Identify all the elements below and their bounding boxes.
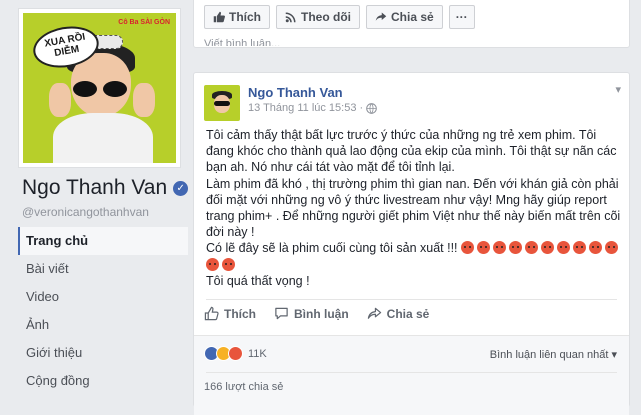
nav-item-home[interactable]: Trang chủ <box>18 227 188 255</box>
angry-emoji-icon <box>509 241 523 255</box>
footer-divider <box>206 372 617 373</box>
post-actions: Thích Bình luận Chia sẻ <box>204 306 429 321</box>
post-options-chevron-icon[interactable]: ▾ <box>615 83 621 96</box>
like-button[interactable]: Thích <box>204 306 256 321</box>
angry-emoji-icon <box>589 241 603 255</box>
nav-item-community[interactable]: Cộng đồng <box>18 367 188 395</box>
page-name[interactable]: Ngo Thanh Van ✓ <box>22 176 189 200</box>
post-paragraph: Làm phim đã khó , thị trường phim thì gi… <box>206 176 621 240</box>
angry-emoji-icon <box>206 257 219 271</box>
nav-item-photos[interactable]: Ảnh <box>18 311 188 339</box>
thumbs-up-outline-icon <box>204 306 219 321</box>
angry-emoji-icon <box>605 241 619 255</box>
angry-emoji-icon <box>461 241 475 255</box>
share-button[interactable]: Chia sẻ <box>367 306 429 321</box>
angry-emoji-icon <box>493 241 507 255</box>
share-arrow-icon <box>375 12 387 21</box>
rss-icon <box>285 12 296 23</box>
angry-emoji-icon <box>222 257 235 271</box>
comment-bubble-icon <box>275 307 288 320</box>
page-sidebar: XUA RỒI DIỄM Cô Ba SÀI GÒN Ngo Thanh Van… <box>0 0 190 400</box>
comment-button[interactable]: Bình luận <box>274 306 349 321</box>
angry-emoji-icon <box>525 241 539 255</box>
more-options-button[interactable]: ··· <box>448 5 475 29</box>
angry-emoji-icon <box>557 241 571 255</box>
nav-item-posts[interactable]: Bài viết <box>18 255 188 283</box>
nav-item-videos[interactable]: Video <box>18 283 188 311</box>
post-card: Ngo Thanh Van 13 Tháng 11 lúc 15:53 · ▾ … <box>193 72 630 415</box>
reactions-summary[interactable]: 11K <box>204 346 267 361</box>
author-avatar[interactable] <box>204 85 240 121</box>
page-name-text: Ngo Thanh Van <box>22 176 168 199</box>
share-arrow-icon <box>367 307 381 319</box>
previous-post-card: Thích Theo dõi Chia sẻ ··· Viết bình luậ… <box>193 0 630 48</box>
ellipsis-icon: ··· <box>455 10 468 24</box>
cover-tag: Cô Ba SÀI GÒN <box>118 19 170 26</box>
angry-reaction-icon <box>228 346 243 361</box>
globe-icon <box>366 102 378 114</box>
post-paragraph-emoji: Có lẽ đây sẽ là phim cuối cùng tôi sản x… <box>206 240 624 272</box>
verified-badge-icon: ✓ <box>173 180 189 196</box>
follow-button[interactable]: Theo dõi <box>276 5 360 29</box>
post-paragraph: Tôi quá thất vọng ! <box>206 273 310 288</box>
page-nav: Trang chủ Bài viết Video Ảnh Giới thiệu … <box>18 227 188 395</box>
comment-placeholder-cut: Viết bình luận... <box>204 38 281 46</box>
nav-item-about[interactable]: Giới thiệu <box>18 339 188 367</box>
profile-picture[interactable]: XUA RỒI DIỄM Cô Ba SÀI GÒN <box>18 8 181 168</box>
post-meta: 13 Tháng 11 lúc 15:53 · <box>248 102 378 114</box>
reactions-count: 11K <box>248 347 267 360</box>
profile-artwork: XUA RỒI DIỄM Cô Ba SÀI GÒN <box>23 13 176 163</box>
post-timestamp[interactable]: 13 Tháng 11 lúc 15:53 · <box>248 102 363 114</box>
share-count[interactable]: 166 lượt chia sẻ <box>204 381 283 393</box>
post-paragraph: Có lẽ đây sẽ là phim cuối cùng tôi sản x… <box>206 241 458 256</box>
angry-emoji-icon <box>477 241 491 255</box>
angry-emoji-icon <box>573 241 587 255</box>
thumbs-up-icon <box>213 11 225 23</box>
page-handle: @veronicangothanhvan <box>22 205 149 219</box>
share-page-button[interactable]: Chia sẻ <box>366 5 443 29</box>
actions-divider <box>206 299 617 300</box>
previous-post-actions: Thích Theo dõi Chia sẻ ··· <box>204 5 475 29</box>
like-page-button[interactable]: Thích <box>204 5 270 29</box>
comment-sort-dropdown[interactable]: Bình luận liên quan nhất ▾ <box>490 348 617 361</box>
post-paragraph: Tôi cảm thấy thật bất lực trước ý thức c… <box>206 128 617 175</box>
angry-emoji-icon <box>541 241 555 255</box>
post-body: Tôi cảm thấy thật bất lực trước ý thức c… <box>206 127 624 289</box>
post-author[interactable]: Ngo Thanh Van <box>248 85 343 100</box>
post-footer: 11K Bình luận liên quan nhất ▾ 166 lượt … <box>194 335 629 415</box>
